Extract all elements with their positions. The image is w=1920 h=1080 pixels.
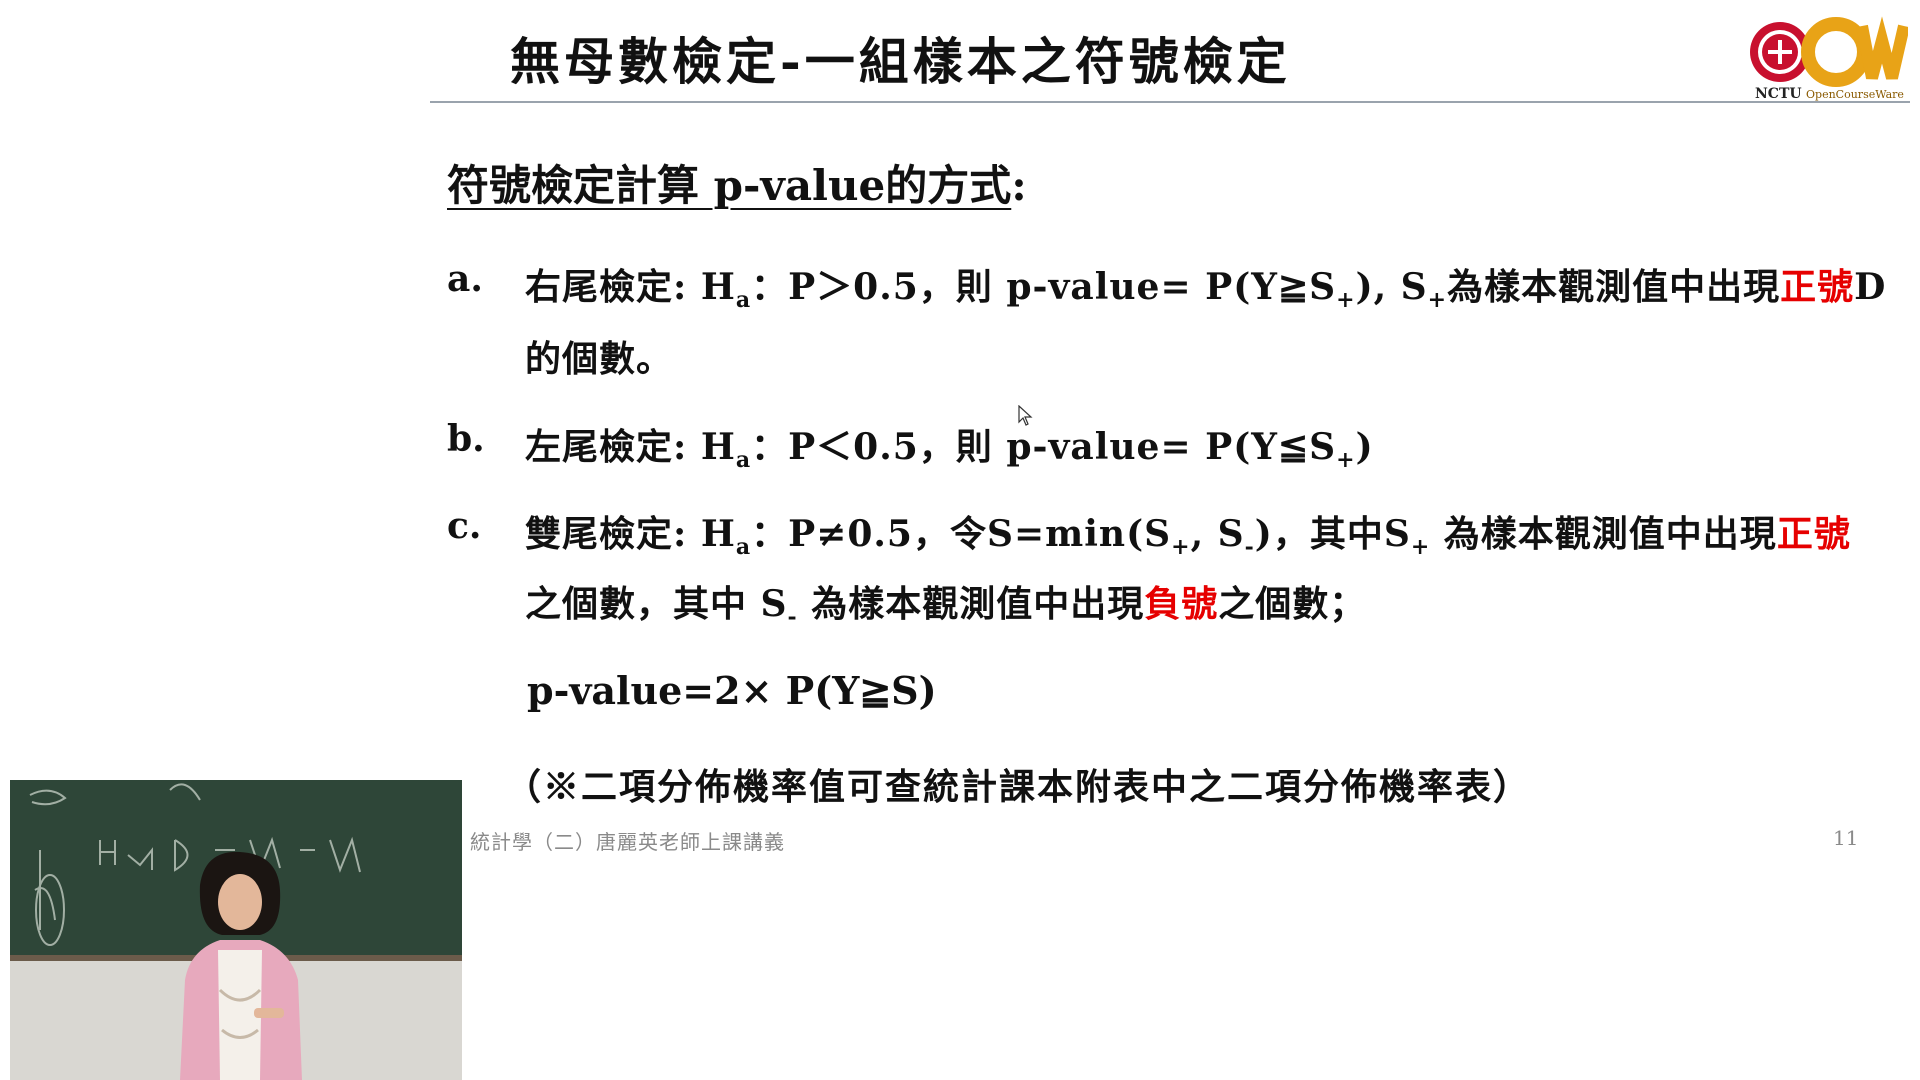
subscript: + [1336, 287, 1356, 313]
text-segment: )，其中S [1254, 513, 1411, 555]
text-segment: , S [1190, 513, 1245, 555]
text-segment: 為樣本觀測值中出現 [797, 583, 1145, 625]
lecturer-figure-icon [180, 851, 302, 1080]
two-tailed-formula: p-value=2× P(Y≧S) [527, 668, 937, 713]
subscript: a [735, 447, 752, 473]
logo-caption: NCTU OpenCourseWare [1755, 86, 1904, 102]
highlight-positive-sign: 正號 [1776, 513, 1851, 555]
subscript: + [1171, 534, 1191, 560]
highlight-positive-sign: 正號 [1780, 266, 1855, 308]
text-segment: 右尾檢定: H [525, 266, 736, 308]
item-c-label: c. [447, 505, 482, 547]
subscript: a [735, 287, 752, 313]
binomial-table-note: （※二項分佈機率值可查統計課本附表中之二項分佈機率表） [505, 766, 1532, 808]
text-segment: ) [1355, 426, 1374, 468]
text-segment: D [1854, 266, 1887, 308]
section-heading: 符號檢定計算 p-value的方式: [447, 152, 1027, 213]
section-heading-colon: : [1011, 161, 1027, 210]
subscript: - [1244, 534, 1255, 560]
text-segment: 之個數； [1218, 583, 1367, 625]
item-a-label: a. [447, 258, 483, 300]
lecturer-video-inset [10, 780, 462, 1080]
text-segment: 之個數，其中 S [525, 583, 788, 625]
text-segment: 雙尾檢定: H [525, 513, 736, 555]
item-b-label: b. [447, 418, 485, 460]
item-a-line-2: 的個數。 [525, 330, 673, 382]
subscript: + [1427, 287, 1448, 313]
text-segment: 為樣本觀測值中出現 [1430, 513, 1777, 555]
text-segment: 左尾檢定: H [525, 426, 736, 468]
subscript: + [1336, 447, 1356, 473]
item-c-line-2: 之個數，其中 S- 為樣本觀測值中出現負號之個數； [525, 575, 1367, 630]
item-a-line-1: 右尾檢定: Ha：P＞0.5，則 p-value= P(Y≧S+), S+為樣本… [525, 258, 1887, 313]
text-segment: ：P＞0.5，則 p-value= P(Y≧S [751, 266, 1337, 308]
item-b-line-1: 左尾檢定: Ha：P＜0.5，則 p-value= P(Y≦S+) [525, 418, 1374, 473]
mouse-cursor-icon [1018, 405, 1033, 426]
title-divider [430, 101, 1910, 103]
text-segment: 為樣本觀測值中出現 [1447, 266, 1781, 308]
highlight-negative-sign: 負號 [1144, 583, 1219, 625]
lecture-slide: 無母數檢定-一組樣本之符號檢定 NCTU OpenCourseWare 符號檢定… [0, 0, 1920, 1080]
subscript: + [1410, 534, 1431, 560]
text-segment: ：P＜0.5，則 p-value= P(Y≦S [751, 426, 1337, 468]
text-segment: ), S [1355, 266, 1428, 308]
item-c-line-1: 雙尾檢定: Ha：P≠0.5，令S=min(S+, S-)，其中S+ 為樣本觀測… [525, 505, 1851, 560]
text-segment: ：P≠0.5，令S=min(S [751, 513, 1172, 555]
logo-tagline: OpenCourseWare [1806, 88, 1904, 101]
slide-footer: 統計學（二）唐麗英老師上課講義 [470, 830, 785, 854]
page-number: 11 [1833, 826, 1859, 850]
logo-brand: NCTU [1755, 86, 1802, 102]
subscript: a [735, 534, 752, 560]
text-segment: 的個數。 [525, 338, 674, 380]
subscript: - [787, 604, 798, 630]
slide-title: 無母數檢定-一組樣本之符號檢定 [510, 32, 1291, 91]
section-heading-text: 符號檢定計算 p-value的方式 [447, 161, 1012, 210]
